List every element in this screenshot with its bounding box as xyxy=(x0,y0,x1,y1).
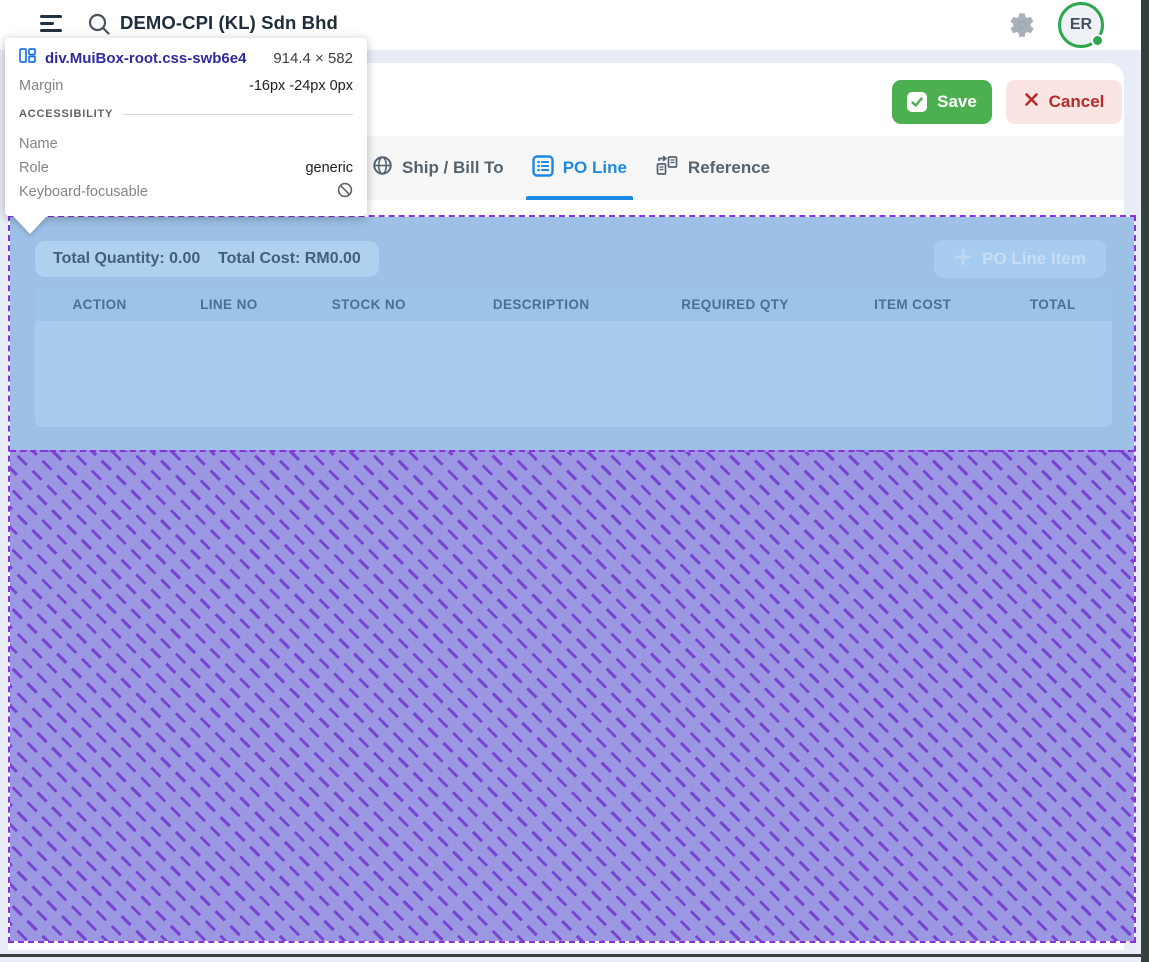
element-badge-icon xyxy=(19,48,36,68)
po-line-table: ACTION LINE NO STOCK NO DESCRIPTION REQU… xyxy=(35,287,1112,427)
total-quantity-chip: Total Quantity: 0.00 xyxy=(35,241,218,277)
total-cost-chip: Total Cost: RM0.00 xyxy=(200,241,379,277)
not-focusable-icon xyxy=(337,182,353,203)
devtools-content-highlight: Total Quantity: 0.00 Total Cost: RM0.00 … xyxy=(10,217,1134,450)
plus-icon xyxy=(954,248,972,271)
devtools-margin-hatch-overlay xyxy=(10,450,1134,941)
gear-icon[interactable] xyxy=(1008,11,1036,39)
tab-label: Ship / Bill To xyxy=(402,158,504,178)
tab-label: PO Line xyxy=(563,158,627,178)
window-right-edge xyxy=(1141,0,1149,962)
hamburger-menu-icon[interactable] xyxy=(40,15,62,33)
col-header-item-cost: ITEM COST xyxy=(832,297,994,312)
col-header-required-qty: REQUIRED QTY xyxy=(638,297,832,312)
avatar-initials: ER xyxy=(1070,16,1092,34)
cancel-x-icon xyxy=(1024,92,1039,112)
online-status-dot xyxy=(1091,34,1104,47)
tab-ship-bill-to[interactable]: Ship / Bill To xyxy=(358,136,518,200)
po-line-table-empty-body xyxy=(35,321,1112,427)
cancel-button[interactable]: Cancel xyxy=(1006,80,1122,124)
col-header-line-no: LINE NO xyxy=(164,297,293,312)
accessibility-divider xyxy=(123,114,353,115)
save-button[interactable]: Save xyxy=(892,80,992,124)
avatar[interactable]: ER xyxy=(1058,2,1104,48)
company-title: DEMO-CPI (KL) Sdn Bhd xyxy=(120,12,338,34)
a11y-role-label: Role xyxy=(19,160,49,176)
col-header-stock-no: STOCK NO xyxy=(293,297,444,312)
margin-value: -16px -24px 0px xyxy=(249,78,353,94)
window-bottom-edge xyxy=(0,954,1149,957)
save-check-icon xyxy=(907,92,927,112)
tooltip-arrow xyxy=(13,216,47,234)
tab-reference[interactable]: Reference xyxy=(641,136,784,200)
tab-po-line[interactable]: PO Line xyxy=(518,136,641,200)
a11y-role-value: generic xyxy=(305,160,353,176)
devtools-inspect-tooltip: div.MuiBox-root.css-swb6e4 914.4 × 582 M… xyxy=(5,38,367,216)
a11y-name-label: Name xyxy=(19,136,58,152)
col-header-action: ACTION xyxy=(35,297,164,312)
app-screen: DEMO-CPI (KL) Sdn Bhd ER Save Cancel Shi… xyxy=(0,0,1149,962)
devtools-highlight-overlay: Total Quantity: 0.00 Total Cost: RM0.00 … xyxy=(8,215,1136,943)
inspected-element-selector: div.MuiBox-root.css-swb6e4 xyxy=(45,50,246,67)
active-tab-indicator xyxy=(526,196,633,200)
cancel-button-label: Cancel xyxy=(1049,92,1105,112)
ship-bill-to-icon xyxy=(372,155,393,181)
margin-label: Margin xyxy=(19,78,63,94)
save-button-label: Save xyxy=(937,92,977,112)
a11y-keyboard-focusable-label: Keyboard-focusable xyxy=(19,184,148,200)
po-line-table-header-row: ACTION LINE NO STOCK NO DESCRIPTION REQU… xyxy=(35,287,1112,321)
col-header-total: TOTAL xyxy=(994,297,1112,312)
tab-label: Reference xyxy=(688,158,770,178)
col-header-description: DESCRIPTION xyxy=(444,297,638,312)
accessibility-heading: ACCESSIBILITY xyxy=(19,108,113,120)
inspected-element-dimensions: 914.4 × 582 xyxy=(273,50,353,67)
add-po-line-item-button[interactable]: PO Line Item xyxy=(934,240,1106,278)
add-po-line-item-label: PO Line Item xyxy=(982,249,1086,269)
reference-docs-icon xyxy=(655,154,679,183)
search-icon[interactable] xyxy=(86,11,112,37)
po-line-list-icon xyxy=(532,155,554,182)
